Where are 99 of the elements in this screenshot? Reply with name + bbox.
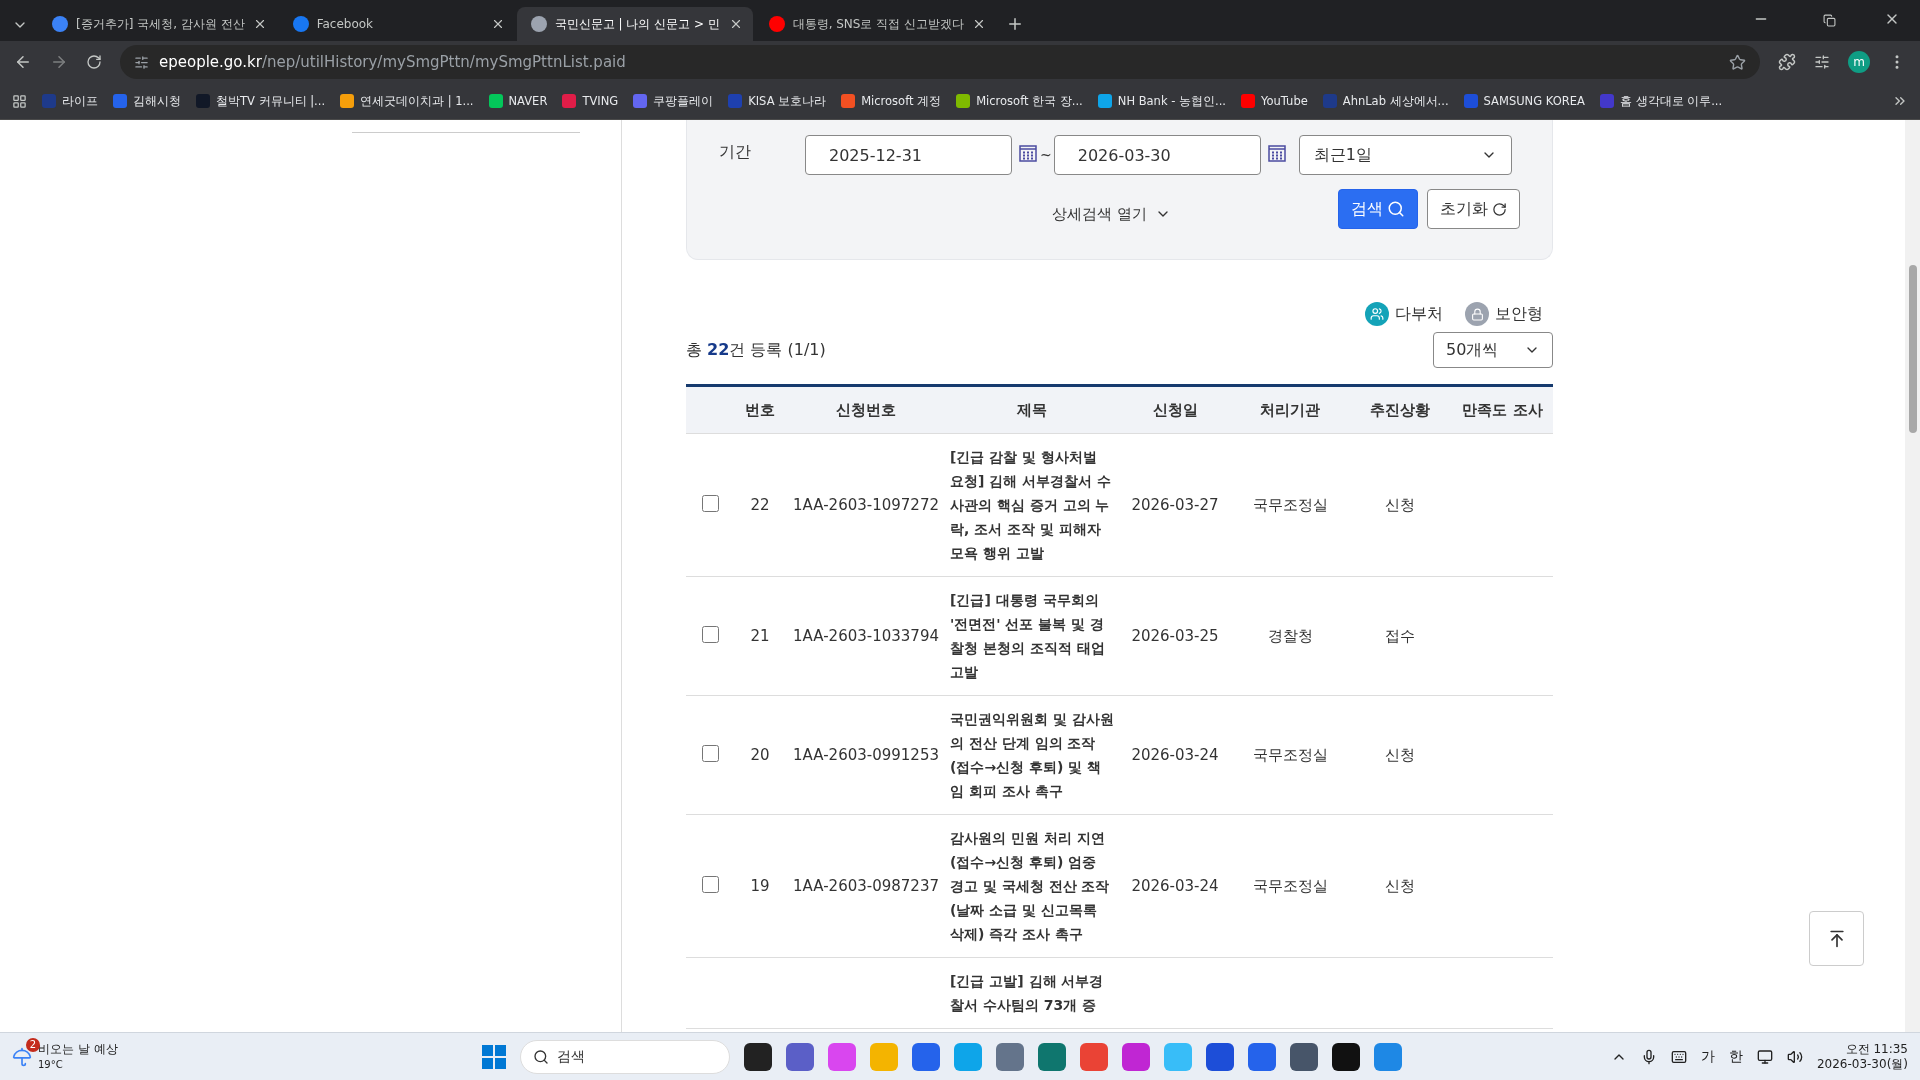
page-size-select[interactable]: 50개씩 bbox=[1433, 332, 1553, 368]
table-cell: 2026-03-27 bbox=[1118, 433, 1232, 577]
table-cell: 2026-03-24 bbox=[1118, 814, 1232, 958]
bookmark[interactable]: Microsoft 한국 장... bbox=[956, 93, 1083, 109]
table-cell: 국무조정실 bbox=[1232, 695, 1348, 815]
search-button[interactable]: 검색 bbox=[1338, 189, 1418, 229]
title-link[interactable]: [긴급 고발] 김해 서부경찰서 수사팀의 73개 증 bbox=[946, 957, 1118, 1029]
legend-item: 다부처 bbox=[1365, 302, 1443, 326]
column-header: 신청번호 bbox=[786, 385, 946, 434]
bookmark[interactable]: 라이프 bbox=[42, 93, 98, 109]
start-date-field[interactable]: 2025-12-31 bbox=[805, 135, 1012, 175]
network-icon[interactable] bbox=[1756, 1048, 1773, 1065]
calendar-icon[interactable] bbox=[1018, 143, 1038, 163]
reset-button[interactable]: 초기화 bbox=[1427, 189, 1520, 229]
refresh-icon bbox=[1492, 201, 1507, 217]
period-label: 기간 bbox=[719, 141, 752, 163]
bookmark[interactable]: TVING bbox=[562, 94, 619, 108]
browser-tab[interactable]: 국민신문고 | 나의 신문고 > 민 bbox=[516, 7, 753, 41]
app-icon[interactable] bbox=[1332, 1042, 1360, 1071]
scroll-top-button[interactable] bbox=[1809, 911, 1864, 966]
scrollbar-thumb[interactable] bbox=[1908, 265, 1917, 433]
bookmark[interactable]: 김해시청 bbox=[113, 93, 181, 109]
table-cell: 1AA-2603-0991253 bbox=[786, 695, 946, 815]
notification-badge: 2 bbox=[26, 1037, 40, 1052]
title-link[interactable]: [긴급] 대통령 국무회의 '전면전' 선포 불복 및 경찰청 본청의 조직적 태업 고발 bbox=[946, 576, 1118, 696]
search-icon bbox=[533, 1048, 549, 1065]
keyboard-icon[interactable] bbox=[1670, 1048, 1687, 1065]
row-checkbox[interactable] bbox=[701, 494, 719, 512]
legend-item: 보안형 bbox=[1465, 302, 1543, 326]
row-checkbox[interactable] bbox=[701, 744, 719, 762]
column-header: 처리기관 bbox=[1232, 385, 1348, 434]
media-icon[interactable] bbox=[1814, 54, 1830, 70]
table-cell: 1AA-2603-1033794 bbox=[786, 576, 946, 696]
weather-text: 비오는 날 예상 bbox=[38, 1041, 118, 1057]
bookmark[interactable]: 쿠팡플레이 bbox=[633, 93, 714, 109]
column-header: 제목 bbox=[946, 385, 1118, 434]
calendar-icon[interactable] bbox=[1266, 143, 1287, 163]
table-cell: 1AA-2603-1097272 bbox=[786, 433, 946, 577]
temperature: 19°C bbox=[38, 1057, 64, 1072]
table-cell: 2026-03-24 bbox=[1118, 695, 1232, 815]
app-icon[interactable] bbox=[744, 1042, 772, 1071]
site-settings-icon[interactable] bbox=[134, 54, 149, 70]
bookmark[interactable]: SAMSUNG KOREA bbox=[1463, 94, 1585, 108]
range-separator: ~ bbox=[1040, 147, 1052, 163]
table-cell: 국무조정실 bbox=[1232, 814, 1348, 958]
title-link[interactable]: 감사원의 민원 처리 지연(접수→신청 후퇴) 엄중 경고 및 국세청 전산 조작(날짜 소급 및 신고목록 삭제) 즉각 조사 촉구 bbox=[946, 814, 1118, 958]
bookmark[interactable]: 철박TV 커뮤니티 |... bbox=[196, 93, 326, 109]
app-icon[interactable] bbox=[1290, 1042, 1318, 1071]
period-select[interactable]: 최근1일 bbox=[1298, 135, 1512, 175]
reload-icon[interactable] bbox=[86, 54, 102, 70]
search-icon bbox=[1387, 200, 1405, 218]
table-cell: 경찰청 bbox=[1232, 576, 1348, 696]
table-cell: 국무조정실 bbox=[1232, 433, 1348, 577]
table-cell: 접수 bbox=[1348, 576, 1452, 696]
table-cell: 신청 bbox=[1348, 695, 1452, 815]
bookmark[interactable]: Microsoft 계정 bbox=[841, 93, 942, 109]
clock[interactable]: 오전 11:35 2026-03-30(월) bbox=[1816, 1041, 1908, 1072]
result-count: 총 22건 등록 (1/1) bbox=[686, 339, 826, 361]
title-link[interactable]: 국민권익위원회 및 감사원의 전산 단계 임의 조작(접수→신청 후퇴) 및 책임 회피 조사 촉구 bbox=[946, 695, 1118, 815]
table-cell: 21 bbox=[734, 576, 786, 696]
extensions-icon[interactable] bbox=[1778, 53, 1796, 71]
column-header: 추진상황 bbox=[1348, 385, 1452, 434]
table-cell: 19 bbox=[734, 814, 786, 958]
title-link[interactable]: [긴급 감찰 및 형사처벌 요청] 김해 서부경찰서 수사관의 핵심 증거 고의 누락, 조서 조작 및 피해자 모욕 행위 고발 bbox=[946, 433, 1118, 577]
browser-tab[interactable]: 대통령, SNS로 직접 신고받겠다 bbox=[754, 7, 997, 41]
row-checkbox[interactable] bbox=[701, 625, 719, 643]
table-cell: 1AA-2603-0987237 bbox=[786, 814, 946, 958]
taskbar-search-field[interactable]: 검색 bbox=[520, 1039, 730, 1074]
volume-icon[interactable] bbox=[1786, 1048, 1803, 1065]
column-header: 만족도 조사 bbox=[1452, 385, 1553, 434]
bookmark[interactable]: KISA 보호나라 bbox=[728, 93, 827, 109]
apps-icon[interactable] bbox=[12, 93, 27, 109]
column-header: 신청일 bbox=[1118, 385, 1232, 434]
input-mode[interactable]: 가 bbox=[1700, 1047, 1715, 1066]
address-field[interactable]: epeople.go.kr/nep/utilHistory/mySmgPttn/mySmgPttnList.paid bbox=[120, 45, 1760, 79]
column-header: 번호 bbox=[734, 385, 786, 434]
bookmark[interactable]: NAVER bbox=[488, 94, 548, 108]
back-icon[interactable] bbox=[14, 53, 32, 71]
table-cell: 20 bbox=[734, 695, 786, 815]
umbrella-icon bbox=[12, 1046, 32, 1067]
bookmark[interactable]: NH Bank - 농협인... bbox=[1097, 93, 1226, 109]
restore-icon[interactable] bbox=[1823, 14, 1836, 27]
end-date-field[interactable]: 2026-03-30 bbox=[1053, 135, 1261, 175]
bookmark[interactable]: YouTube bbox=[1241, 94, 1308, 108]
table-cell: 신청 bbox=[1348, 814, 1452, 958]
detail-search-toggle[interactable]: 상세검색 열기 bbox=[1052, 204, 1171, 224]
table-cell: 2026-03-25 bbox=[1118, 576, 1232, 696]
input-language[interactable]: 한 bbox=[1728, 1047, 1743, 1066]
bookmark[interactable]: AhnLab 세상에서... bbox=[1322, 93, 1449, 109]
browser-tab[interactable]: [증거추가] 국세청, 감사원 전산 bbox=[38, 7, 277, 41]
browser-tab[interactable]: Facebook bbox=[278, 7, 515, 41]
table-cell: 신청 bbox=[1348, 433, 1452, 577]
table-cell: 22 bbox=[734, 433, 786, 577]
bookmark[interactable]: 홈 생각대로 이루... bbox=[1599, 93, 1723, 109]
bookmark-star-icon[interactable] bbox=[1729, 53, 1746, 71]
forward-icon[interactable] bbox=[50, 53, 68, 71]
start-icon[interactable] bbox=[482, 1044, 506, 1069]
row-checkbox[interactable] bbox=[701, 875, 719, 893]
bookmark[interactable]: 연세굿데이치과 | 1... bbox=[340, 93, 474, 109]
